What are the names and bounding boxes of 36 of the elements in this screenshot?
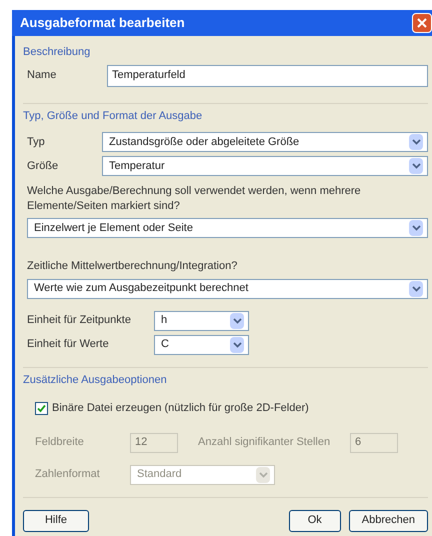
dropdown[interactable]: Zustandsgröße oder abgeleitete Größe (102, 132, 428, 152)
dropdown-arrow-icon (409, 158, 423, 174)
dropdown-arrow-icon (230, 312, 244, 328)
dialog-button[interactable]: Ok (288, 510, 341, 532)
field-label: Einheit für Zeitpunkte (27, 313, 132, 328)
question-text: Welche Ausgabe/Berechnung soll verwendet werden, wenn mehrere Elemente/Seiten markiert sind? (26, 184, 362, 214)
field-label: Feldbreite (35, 435, 85, 450)
field-label: Größe (27, 158, 60, 174)
checkbox[interactable] (35, 402, 48, 415)
section-heading: Zusätzliche Ausgabeoptionen (23, 372, 168, 388)
dropdown[interactable]: Werte wie zum Ausgabezeitpunkt berechnet (27, 278, 428, 298)
dropdown-arrow-icon (409, 220, 423, 236)
dropdown[interactable]: C (154, 334, 249, 354)
dropdown[interactable]: Temperatur (102, 156, 428, 176)
section-heading: Typ, Größe und Format der Ausgabe (23, 108, 204, 124)
dialog-button[interactable]: Hilfe (23, 510, 89, 532)
dialog-button[interactable]: Abbrechen (348, 510, 428, 532)
field-label: Name (27, 68, 58, 84)
averaging-question: Zeitliche Mittelwertberechnung/Integration? (26, 259, 238, 274)
section-heading: Beschreibung (23, 45, 92, 60)
checkmark-icon (37, 404, 46, 413)
dropdown-arrow-icon (256, 466, 270, 482)
dropdown-arrow-icon (230, 336, 244, 352)
dropdown[interactable]: Einzelwert je Element oder Seite (27, 218, 428, 238)
window-title: Ausgabeformat bearbeiten (20, 14, 185, 32)
close-button[interactable] (412, 13, 432, 33)
dropdown-arrow-icon (409, 280, 423, 296)
dropdown[interactable]: h (154, 310, 249, 330)
close-icon (417, 18, 427, 28)
dropdown-arrow-icon (409, 134, 423, 150)
field-label: Anzahl signifikanter Stellen (198, 435, 332, 450)
field-label: Zahlenformat (35, 467, 101, 482)
name-input[interactable]: Temperaturfeld (107, 64, 428, 86)
field-label: Typ (27, 134, 46, 150)
field-label: Einheit für Werte (27, 337, 110, 352)
binary-file-checkbox[interactable]: Binäre Datei erzeugen (nützlich für große 2D-Felder) (23, 400, 428, 416)
